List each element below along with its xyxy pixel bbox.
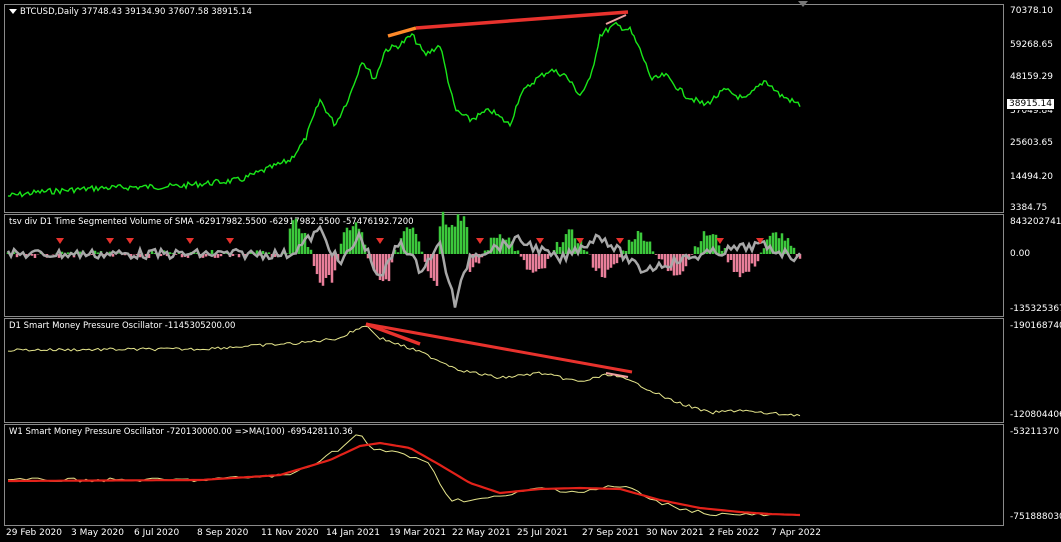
time-label: 3 May 2020	[71, 528, 124, 538]
price-tick: 70378.10	[1010, 6, 1053, 16]
price-divergence-line	[415, 10, 629, 30]
w1-osc-tick: -53211370	[1010, 427, 1060, 437]
tsv-down-arrow-marker	[376, 238, 384, 244]
tsv-down-arrow-marker	[226, 238, 234, 244]
tsv-down-arrow-marker	[126, 238, 134, 244]
time-axis[interactable]: 29 Feb 2020 3 May 2020 6 Jul 2020 8 Sep …	[0, 526, 1006, 542]
time-label: 22 May 2021	[452, 528, 511, 538]
time-label: 7 Apr 2022	[771, 528, 821, 538]
price-tick: 59268.65	[1010, 40, 1053, 50]
price-axis[interactable]: 70378.10 59268.65 48159.29 37049.84 2560…	[1006, 0, 1061, 542]
time-label: 2 Feb 2022	[709, 528, 760, 538]
time-label: 19 Mar 2021	[389, 528, 447, 538]
tsv-down-arrow-marker	[186, 238, 194, 244]
tsv-tick: 843202741	[1010, 217, 1061, 227]
time-label: 14 Jan 2021	[326, 528, 380, 538]
tsv-down-arrow-marker	[56, 238, 64, 244]
time-label: 30 Nov 2021	[646, 528, 704, 538]
time-label: 11 Nov 2020	[261, 528, 319, 538]
tsv-down-arrow-marker	[576, 238, 584, 244]
time-label: 6 Jul 2020	[134, 528, 180, 538]
tsv-down-arrow-marker	[616, 238, 624, 244]
tsv-down-arrow-marker	[476, 238, 484, 244]
price-tick: 48159.29	[1010, 72, 1053, 82]
tsv-down-arrow-marker	[536, 238, 544, 244]
tsv-tick: -135325367	[1010, 304, 1061, 314]
d1-osc-tick: -190168740	[1010, 321, 1061, 331]
time-label: 8 Sep 2020	[197, 528, 249, 538]
tsv-down-arrow-marker	[106, 238, 114, 244]
d1-divergence-line	[365, 322, 633, 374]
d1-osc-tick: -120804406	[1010, 410, 1061, 420]
time-label: 29 Feb 2020	[6, 528, 63, 538]
tsv-tick: 0.00	[1010, 249, 1031, 259]
w1-osc-tick: -751888030	[1010, 512, 1061, 522]
price-tick: 25603.65	[1010, 138, 1053, 148]
time-label: 25 Jul 2021	[517, 528, 568, 538]
current-price-badge: 38915.14	[1006, 98, 1055, 110]
price-tick: 3384.75	[1010, 203, 1048, 213]
price-series-line	[7, 21, 801, 198]
time-label: 27 Sep 2021	[582, 528, 640, 538]
price-tick: 14494.20	[1010, 172, 1053, 182]
chart-drawings	[6, 10, 802, 517]
